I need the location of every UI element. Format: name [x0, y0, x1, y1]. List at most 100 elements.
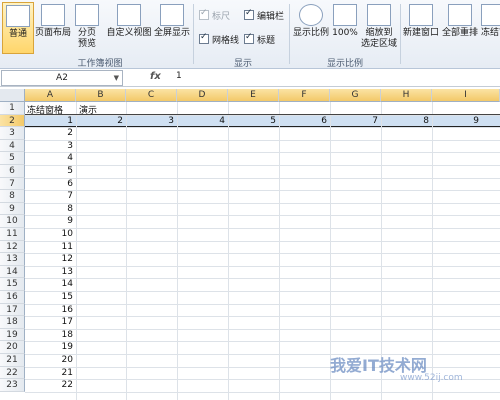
- grid-line: [25, 341, 500, 343]
- cell-a11[interactable]: 10: [25, 229, 73, 239]
- new-window-button[interactable]: 新建窗口: [403, 2, 439, 52]
- cell-a19[interactable]: 18: [25, 330, 73, 340]
- row-header-18[interactable]: 18: [0, 316, 25, 329]
- cell-b2[interactable]: 2: [76, 116, 123, 126]
- cell-a1[interactable]: 冻结窗格: [27, 103, 63, 116]
- zoom-100-button[interactable]: 100%: [331, 2, 359, 52]
- cell-a22[interactable]: 21: [25, 368, 73, 378]
- magnifier-icon: [299, 4, 323, 26]
- formula-bar-checkbox[interactable]: 编辑栏: [244, 8, 284, 22]
- name-box[interactable]: A2 ▼: [1, 70, 123, 86]
- grid-line: [25, 228, 500, 229]
- cell-a8[interactable]: 7: [25, 191, 73, 201]
- row-header-6[interactable]: 6: [0, 165, 25, 178]
- row-header-4[interactable]: 4: [0, 139, 25, 153]
- checkbox-mark: [244, 32, 254, 44]
- arrange-all-button[interactable]: 全部重排: [441, 2, 479, 52]
- row-header-19[interactable]: 19: [0, 328, 25, 342]
- full-screen-button[interactable]: 全屏显示: [153, 2, 191, 52]
- column-header-g[interactable]: G: [330, 89, 381, 102]
- cell-a16[interactable]: 15: [25, 292, 73, 302]
- grid-line: [25, 127, 500, 129]
- row-header-5[interactable]: 5: [0, 152, 25, 165]
- ribbon: 普通 页面布局 分页 预览 自定义视图 全屏显示 工作簿视图 标尺 编辑栏 网格…: [0, 0, 500, 69]
- row-header-22[interactable]: 22: [0, 366, 25, 380]
- zoom-100-icon: [333, 4, 357, 26]
- cell-a6[interactable]: 5: [25, 166, 73, 176]
- column-header-h[interactable]: H: [381, 89, 432, 102]
- group-separator: [289, 4, 290, 64]
- column-header-b[interactable]: B: [76, 89, 126, 102]
- cell-i2[interactable]: 9: [432, 116, 479, 126]
- row-header-16[interactable]: 16: [0, 291, 25, 304]
- grid-line: [25, 152, 500, 154]
- cell-a15[interactable]: 14: [25, 279, 73, 289]
- cell-a13[interactable]: 12: [25, 254, 73, 264]
- cell-d2[interactable]: 4: [177, 116, 225, 126]
- cell-a21[interactable]: 20: [25, 355, 73, 365]
- normal-view-button[interactable]: 普通: [2, 2, 34, 54]
- cell-f2[interactable]: 6: [279, 116, 327, 126]
- row-header-11[interactable]: 11: [0, 228, 25, 241]
- row-header-20[interactable]: 20: [0, 341, 25, 354]
- row-header-7[interactable]: 7: [0, 177, 25, 191]
- zoom-button[interactable]: 显示比例: [293, 2, 329, 52]
- gridlines-checkbox[interactable]: 网格线: [199, 32, 239, 46]
- cell-a7[interactable]: 6: [25, 179, 73, 189]
- column-header-e[interactable]: E: [228, 89, 279, 102]
- freeze-panes-button[interactable]: 冻结窗: [481, 2, 500, 52]
- cell-a20[interactable]: 19: [25, 342, 73, 352]
- cell-h2[interactable]: 8: [381, 116, 429, 126]
- row-header-1[interactable]: 1: [0, 102, 25, 115]
- column-header-i[interactable]: I: [432, 89, 500, 102]
- column-header-d[interactable]: D: [177, 89, 228, 102]
- row-header-10[interactable]: 10: [0, 215, 25, 228]
- custom-views-button[interactable]: 自定义视图: [106, 2, 152, 52]
- cell-g2[interactable]: 7: [330, 116, 378, 126]
- column-header-f[interactable]: F: [279, 89, 330, 102]
- ruler-checkbox[interactable]: 标尺: [199, 8, 230, 22]
- cell-a23[interactable]: 22: [25, 380, 73, 390]
- formula-input[interactable]: 1: [176, 71, 182, 81]
- row-header-12[interactable]: 12: [0, 240, 25, 254]
- row-header-15[interactable]: 15: [0, 278, 25, 291]
- cell-a18[interactable]: 17: [25, 317, 73, 327]
- grid-line: [25, 316, 500, 318]
- zoom-to-selection-button[interactable]: 缩放到 选定区域: [361, 2, 397, 52]
- cell-a10[interactable]: 9: [25, 216, 73, 226]
- arrange-all-icon: [448, 4, 472, 26]
- row-header-23[interactable]: 23: [0, 379, 25, 392]
- row-header-2[interactable]: 2: [0, 114, 25, 128]
- chevron-down-icon[interactable]: ▼: [114, 71, 119, 85]
- row-header-21[interactable]: 21: [0, 354, 25, 367]
- row-header-14[interactable]: 14: [0, 265, 25, 279]
- cell-a3[interactable]: 2: [25, 128, 73, 138]
- cell-a14[interactable]: 13: [25, 267, 73, 277]
- insert-function-icon[interactable]: fx: [150, 71, 161, 82]
- grid-line: [25, 366, 500, 368]
- select-all-corner[interactable]: [0, 89, 25, 102]
- cell-e2[interactable]: 5: [228, 116, 276, 126]
- row-header-13[interactable]: 13: [0, 253, 25, 266]
- row-header-8[interactable]: 8: [0, 190, 25, 203]
- row-header-9[interactable]: 9: [0, 202, 25, 216]
- grid-line: [25, 202, 500, 204]
- cell-c2[interactable]: 3: [126, 116, 174, 126]
- cell-a12[interactable]: 11: [25, 242, 73, 252]
- freeze-panes-icon: [481, 4, 500, 26]
- cell-b1[interactable]: 演示: [79, 103, 97, 116]
- column-header-a[interactable]: A: [25, 89, 76, 102]
- grid-line: [25, 177, 500, 179]
- cell-a2[interactable]: 1: [25, 116, 73, 126]
- row-header-17[interactable]: 17: [0, 303, 25, 317]
- grid-line: [25, 303, 500, 305]
- cell-a4[interactable]: 3: [25, 141, 73, 151]
- page-break-preview-button[interactable]: 分页 预览: [74, 2, 100, 52]
- row-header-3[interactable]: 3: [0, 127, 25, 140]
- page-layout-button[interactable]: 页面布局: [34, 2, 72, 52]
- cell-a9[interactable]: 8: [25, 204, 73, 214]
- headings-checkbox[interactable]: 标题: [244, 32, 275, 46]
- cell-a17[interactable]: 16: [25, 305, 73, 315]
- cell-a5[interactable]: 4: [25, 153, 73, 163]
- column-header-c[interactable]: C: [126, 89, 177, 102]
